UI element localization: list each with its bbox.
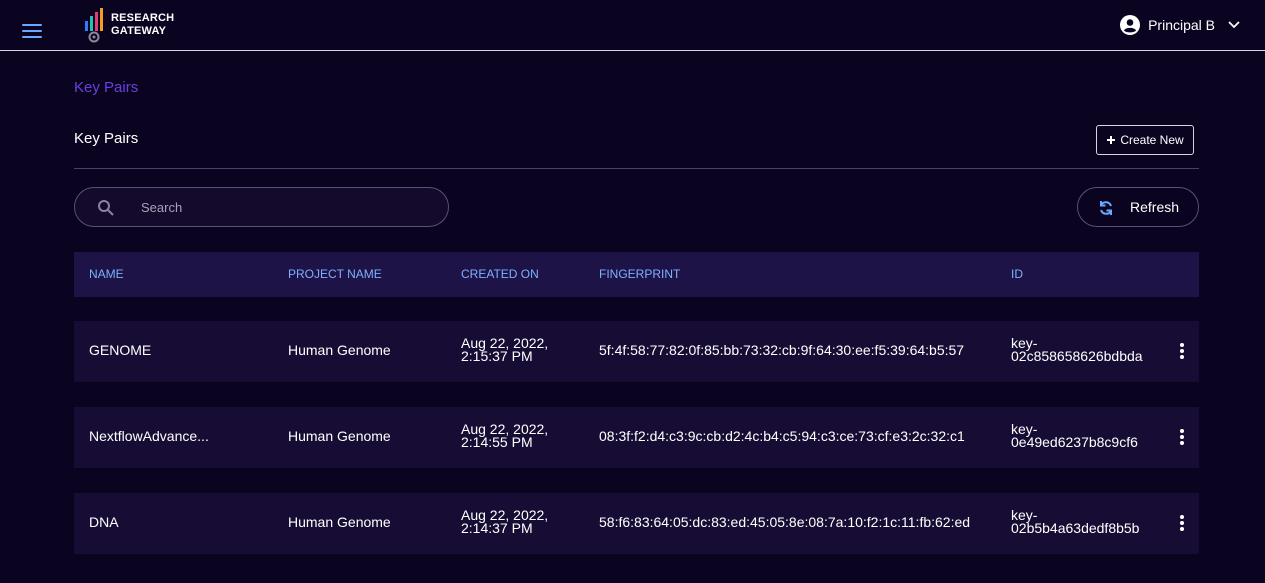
refresh-icon bbox=[1100, 201, 1112, 215]
refresh-label: Refresh bbox=[1130, 199, 1180, 215]
column-header-project-name[interactable]: PROJECT NAME bbox=[288, 267, 382, 281]
logo-text: RESEARCH GATEWAY bbox=[111, 12, 174, 38]
kebab-menu-icon[interactable] bbox=[1178, 429, 1186, 445]
chevron-down-icon[interactable] bbox=[1223, 15, 1245, 35]
table-header: NAME PROJECT NAME CREATED ON FINGERPRINT… bbox=[74, 252, 1199, 297]
divider bbox=[74, 168, 1199, 169]
logo-mark-icon bbox=[85, 8, 103, 43]
kebab-menu-icon[interactable] bbox=[1178, 343, 1186, 359]
top-navbar: RESEARCH GATEWAY Principal B bbox=[0, 0, 1265, 51]
create-new-button[interactable]: Create New bbox=[1096, 125, 1194, 155]
id-value: 02b5b4a63dedf8b5b bbox=[1011, 520, 1140, 536]
column-header-name[interactable]: NAME bbox=[89, 267, 124, 281]
table-row[interactable]: NextflowAdvance... Human Genome Aug 22, … bbox=[74, 407, 1199, 468]
cell-project-name: Human Genome bbox=[288, 428, 391, 444]
cell-created-on: Aug 22, 2022, 2:14:55 PM bbox=[461, 422, 548, 450]
cell-name: NextflowAdvance... bbox=[89, 428, 209, 444]
cell-id: key- 02c858658626bdbda bbox=[1011, 336, 1143, 364]
cell-id: key- 02b5b4a63dedf8b5b bbox=[1011, 508, 1140, 536]
created-time: 2:14:37 PM bbox=[461, 520, 533, 536]
cell-created-on: Aug 22, 2022, 2:14:37 PM bbox=[461, 508, 548, 536]
search-icon bbox=[98, 200, 114, 216]
id-value: 0e49ed6237b8c9cf6 bbox=[1011, 434, 1138, 450]
cell-fingerprint: 5f:4f:58:77:82:0f:85:bb:73:32:cb:9f:64:3… bbox=[599, 342, 965, 358]
cell-project-name: Human Genome bbox=[288, 342, 391, 358]
cell-fingerprint: 58:f6:83:64:05:dc:83:ed:45:05:8e:08:7a:1… bbox=[599, 514, 971, 530]
plus-icon bbox=[1107, 136, 1116, 144]
kebab-menu-icon[interactable] bbox=[1178, 515, 1186, 531]
cell-project-name: Human Genome bbox=[288, 514, 391, 530]
research-gateway-logo[interactable]: RESEARCH GATEWAY bbox=[83, 7, 183, 43]
create-new-label: Create New bbox=[1120, 133, 1184, 147]
cell-name: DNA bbox=[89, 514, 119, 530]
id-value: 02c858658626bdbda bbox=[1011, 348, 1143, 364]
cell-created-on: Aug 22, 2022, 2:15:37 PM bbox=[461, 336, 548, 364]
logo-text-line1: RESEARCH bbox=[111, 12, 175, 24]
column-header-fingerprint[interactable]: FINGERPRINT bbox=[599, 267, 680, 281]
logo-text-line2: GATEWAY bbox=[111, 25, 167, 37]
breadcrumb[interactable]: Key Pairs bbox=[74, 79, 138, 96]
cell-fingerprint: 08:3f:f2:d4:c3:9c:cb:d2:4c:b4:c5:94:c3:c… bbox=[599, 428, 965, 444]
table-row[interactable]: GENOME Human Genome Aug 22, 2022, 2:15:3… bbox=[74, 321, 1199, 382]
search-box[interactable] bbox=[74, 187, 449, 227]
account-circle-icon bbox=[1120, 15, 1141, 35]
column-header-id[interactable]: ID bbox=[1011, 267, 1023, 281]
user-menu[interactable]: Principal B bbox=[1120, 12, 1245, 38]
created-time: 2:14:55 PM bbox=[461, 434, 533, 450]
refresh-button[interactable]: Refresh bbox=[1077, 187, 1199, 227]
table-row[interactable]: DNA Human Genome Aug 22, 2022, 2:14:37 P… bbox=[74, 493, 1199, 554]
page-title: Key Pairs bbox=[74, 130, 139, 147]
column-header-created-on[interactable]: CREATED ON bbox=[461, 267, 539, 281]
cell-id: key- 0e49ed6237b8c9cf6 bbox=[1011, 422, 1138, 450]
hamburger-menu-icon[interactable] bbox=[22, 24, 42, 38]
user-name: Principal B bbox=[1148, 17, 1215, 33]
search-input[interactable] bbox=[141, 196, 431, 218]
cell-name: GENOME bbox=[89, 342, 152, 358]
created-time: 2:15:37 PM bbox=[461, 348, 533, 364]
